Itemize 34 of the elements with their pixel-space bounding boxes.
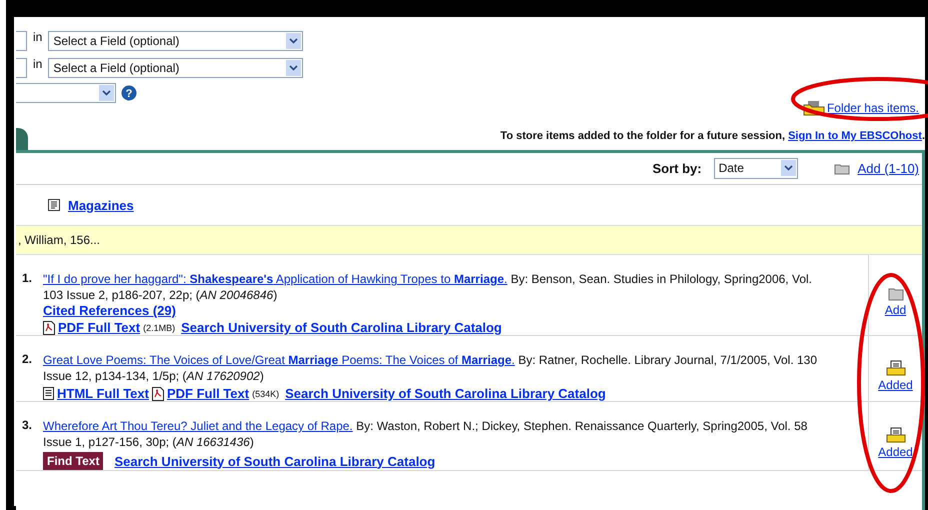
highlight-text: , William, 156... xyxy=(18,233,100,247)
session-note: To store items added to the folder for a future session, Sign In to My EBSCOhost. xyxy=(500,130,925,142)
pdf-full-text-link[interactable]: PDF Full Text xyxy=(166,386,250,401)
library-catalog-link[interactable]: Search University of South Carolina Library Catalog xyxy=(285,386,606,401)
magazines-link[interactable]: Magazines xyxy=(68,198,134,212)
in-label: in xyxy=(33,57,42,71)
field-select[interactable]: Select a Field (optional) xyxy=(48,31,304,51)
file-size: (534K) xyxy=(252,388,280,398)
add-to-folder-link[interactable]: Added xyxy=(878,378,913,392)
result-number: 1. xyxy=(22,271,34,287)
field-select[interactable]: Select a Field (optional) xyxy=(48,58,304,78)
result-citation: Great Love Poems: The Voices of Love/Great Marriage Poems: The Voices of Marriage. By: Ratner, Rochelle. Library Journal, 7/1/2005, Vol. 130 Issue 12, p134-134, 1/5p; (AN 17620902) xyxy=(43,352,818,384)
result-citation: "If I do prove her haggard": Shakespeare's Application of Hawking Tropes to Marriage. By: Benson, Sean. Studies in Philology, Spring2006, Vol. 103 Issue 2, p186-207, 22p; (AN 20046846) xyxy=(43,271,813,303)
result-title-link[interactable]: Wherefore Art Thou Tereu? Juliet and the Legacy of Rape. xyxy=(43,419,353,433)
file-size: (2.1MB) xyxy=(143,322,176,332)
result-title-link[interactable]: "If I do prove her haggard": Shakespeare's Application of Hawking Tropes to Marriage. xyxy=(43,272,508,286)
cited-references-link[interactable]: Cited References (29) xyxy=(43,303,176,318)
add-all-link[interactable]: Add (1-10) xyxy=(858,161,919,176)
sort-select[interactable]: Date xyxy=(714,158,798,179)
find-text-button[interactable]: Find Text xyxy=(43,452,104,470)
html-full-text-link[interactable]: HTML Full Text xyxy=(57,386,149,401)
result-title-link[interactable]: Great Love Poems: The Voices of Love/Great Marriage Poems: The Voices of Marriage. xyxy=(43,353,515,367)
sign-in-link[interactable]: Sign In to My EBSCOhost xyxy=(788,130,922,142)
library-catalog-link[interactable]: Search University of South Carolina Library Catalog xyxy=(114,454,436,468)
add-to-folder-link[interactable]: Added xyxy=(878,445,913,459)
help-icon[interactable]: ? xyxy=(121,85,137,101)
add-to-folder-link[interactable]: Add xyxy=(884,303,906,317)
in-label: in xyxy=(33,30,42,44)
library-catalog-link[interactable]: Search University of South Carolina Library Catalog xyxy=(181,320,502,335)
result-number: 3. xyxy=(22,418,34,434)
sort-label: Sort by: xyxy=(652,161,702,176)
result-number: 2. xyxy=(22,352,34,368)
pdf-full-text-link[interactable]: PDF Full Text xyxy=(58,320,140,335)
result-citation: Wherefore Art Thou Tereu? Juliet and the Legacy of Rape. By: Waston, Robert N.; Dickey, Stephen. Renaissance Quarterly, Spring2005, Vol. 58 Issue 1, p127-156, 30p; (AN 16631436) xyxy=(43,418,808,450)
